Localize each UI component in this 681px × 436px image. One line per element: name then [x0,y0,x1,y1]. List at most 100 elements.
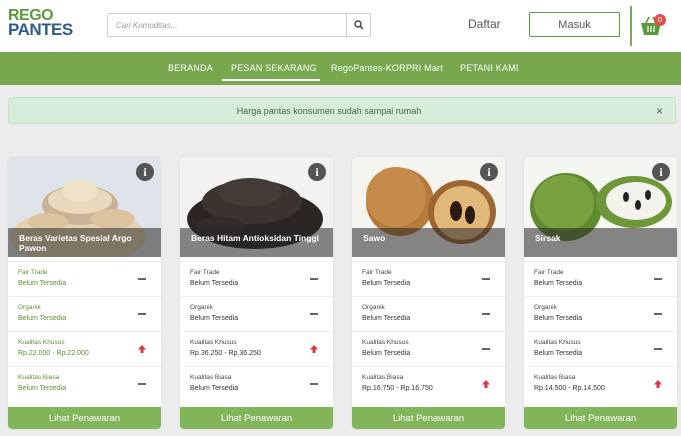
login-button[interactable]: Masuk [529,12,620,37]
price-row-value: Belum Tersedia [534,315,583,322]
price-row-kualitas-khusus: Kualitas Khusus Rp.22.000 - Rp.22.000 [8,331,161,366]
price-row-organik: Organik Belum Tersedia [8,296,161,331]
dash-icon [137,379,147,389]
search-input[interactable] [108,14,348,36]
price-row-organik: Organik Belum Tersedia [352,296,505,331]
cart-count-badge: 0 [654,14,666,26]
dash-icon [137,309,147,319]
price-row-kualitas-biasa: Kualitas Biasa Rp.16.750 - Rp.16.750 [352,366,505,401]
price-row-label: Fair Trade [362,269,392,276]
price-row-value: Rp.14.500 - Rp.14.500 [534,385,605,392]
price-row-label: Fair Trade [18,269,48,276]
arrow-up-icon [309,344,319,354]
price-row-kualitas-khusus: Kualitas Khusus Belum Tersedia [352,331,505,366]
arrow-up-icon [481,379,491,389]
price-row-kualitas-khusus: Kualitas Khusus Rp.36.250 - Rp.36.250 [180,331,333,366]
price-row-label: Fair Trade [190,269,220,276]
price-row-value: Belum Tersedia [362,280,411,287]
price-row-kualitas-biasa: Kualitas Biasa Rp.14.500 - Rp.14.500 [524,366,677,401]
price-row-value: Belum Tersedia [190,280,239,287]
site-header: REGO PANTES Daftar Masuk 0 [0,0,681,52]
price-row-kualitas-biasa: Kualitas Biasa Belum Tersedia [8,366,161,401]
dash-icon [481,274,491,284]
arrow-up-icon [137,344,147,354]
price-row-label: Kualitas Khusus [190,339,237,346]
price-row-label: Kualitas Khusus [534,339,581,346]
price-row-label: Organik [534,304,557,311]
price-row-label: Organik [18,304,41,311]
price-row-label: Kualitas Biasa [18,374,60,381]
dash-icon [137,274,147,284]
dash-icon [309,274,319,284]
price-row-label: Kualitas Biasa [190,374,232,381]
price-row-value: Belum Tersedia [18,280,67,287]
price-row-value: Rp.16.750 - Rp.16.750 [362,385,433,392]
price-row-label: Kualitas Biasa [534,374,576,381]
price-row-label: Kualitas Biasa [362,374,404,381]
price-row-kualitas-khusus: Kualitas Khusus Belum Tersedia [524,331,677,366]
price-row-value: Belum Tersedia [18,315,67,322]
product-name: Sawo [363,233,386,243]
main-nav: BERANDA PESAN SEKARANG RegoPantes-KORPRI… [0,52,681,85]
price-row-kualitas-biasa: Kualitas Biasa Belum Tersedia [180,366,333,401]
dash-icon [653,309,663,319]
search-box [107,13,371,37]
nav-item-petani-kami[interactable]: PETANI KAMI [460,63,519,73]
dash-icon [653,274,663,284]
nav-item-korpri-mart[interactable]: RegoPantes-KORPRI Mart [331,63,443,73]
price-row-organik: Organik Belum Tersedia [180,296,333,331]
header-divider [630,6,632,46]
register-link[interactable]: Daftar [468,17,501,31]
info-icon[interactable]: i [308,163,326,181]
price-row-label: Fair Trade [534,269,564,276]
view-offer-button[interactable]: Lihat Penawaran [180,407,333,429]
search-icon [353,20,364,30]
price-row-organik: Organik Belum Tersedia [524,296,677,331]
info-icon[interactable]: i [652,163,670,181]
close-icon[interactable]: × [656,104,663,118]
search-button[interactable] [346,14,370,36]
view-offer-button[interactable]: Lihat Penawaran [524,407,677,429]
price-row-value: Rp.22.000 - Rp.22.000 [18,350,89,357]
price-row-label: Organik [362,304,385,311]
dash-icon [481,309,491,319]
price-row-value: Belum Tersedia [362,315,411,322]
dash-icon [309,379,319,389]
nav-item-pesan-sekarang[interactable]: PESAN SEKARANG [231,63,317,73]
price-row-label: Kualitas Khusus [362,339,409,346]
price-row-fair-trade: Fair Trade Belum Tersedia [524,261,677,296]
price-row-value: Belum Tersedia [362,350,411,357]
product-name: Beras Varietas Spesial Argo Pawon [19,233,132,253]
info-icon[interactable]: i [480,163,498,181]
price-row-value: Belum Tersedia [534,280,583,287]
dash-icon [653,344,663,354]
price-row-value: Belum Tersedia [18,385,67,392]
view-offer-button[interactable]: Lihat Penawaran [8,407,161,429]
regopantes-logo[interactable]: REGO PANTES [8,8,73,39]
logo-text-pantes: PANTES [8,20,73,39]
price-row-value: Belum Tersedia [190,385,239,392]
info-icon[interactable]: i [136,163,154,181]
product-card: Beras Varietas Spesial Argo Pawon i Fair… [8,157,161,429]
price-row-value: Belum Tersedia [190,315,239,322]
nav-active-indicator [222,79,320,81]
view-offer-button[interactable]: Lihat Penawaran [352,407,505,429]
dash-icon [309,309,319,319]
arrow-up-icon [653,379,663,389]
dash-icon [481,344,491,354]
product-card: Beras Hitam Antioksidan Tinggi i Fair Tr… [180,157,333,429]
alert-message: Harga pantas konsumen sudah sampai rumah [236,106,422,116]
price-row-value: Belum Tersedia [534,350,583,357]
price-row-fair-trade: Fair Trade Belum Tersedia [352,261,505,296]
price-row-fair-trade: Fair Trade Belum Tersedia [180,261,333,296]
price-row-fair-trade: Fair Trade Belum Tersedia [8,261,161,296]
product-card: Sirsak i Fair Trade Belum Tersedia Organ… [524,157,677,429]
nav-item-beranda[interactable]: BERANDA [168,63,213,73]
product-card: Sawo i Fair Trade Belum Tersedia Organik… [352,157,505,429]
product-name: Beras Hitam Antioksidan Tinggi [191,233,319,243]
price-row-label: Kualitas Khusus [18,339,65,346]
price-row-value: Rp.36.250 - Rp.36.250 [190,350,261,357]
product-name: Sirsak [535,233,561,243]
price-row-label: Organik [190,304,213,311]
info-alert: Harga pantas konsumen sudah sampai rumah… [8,97,676,124]
